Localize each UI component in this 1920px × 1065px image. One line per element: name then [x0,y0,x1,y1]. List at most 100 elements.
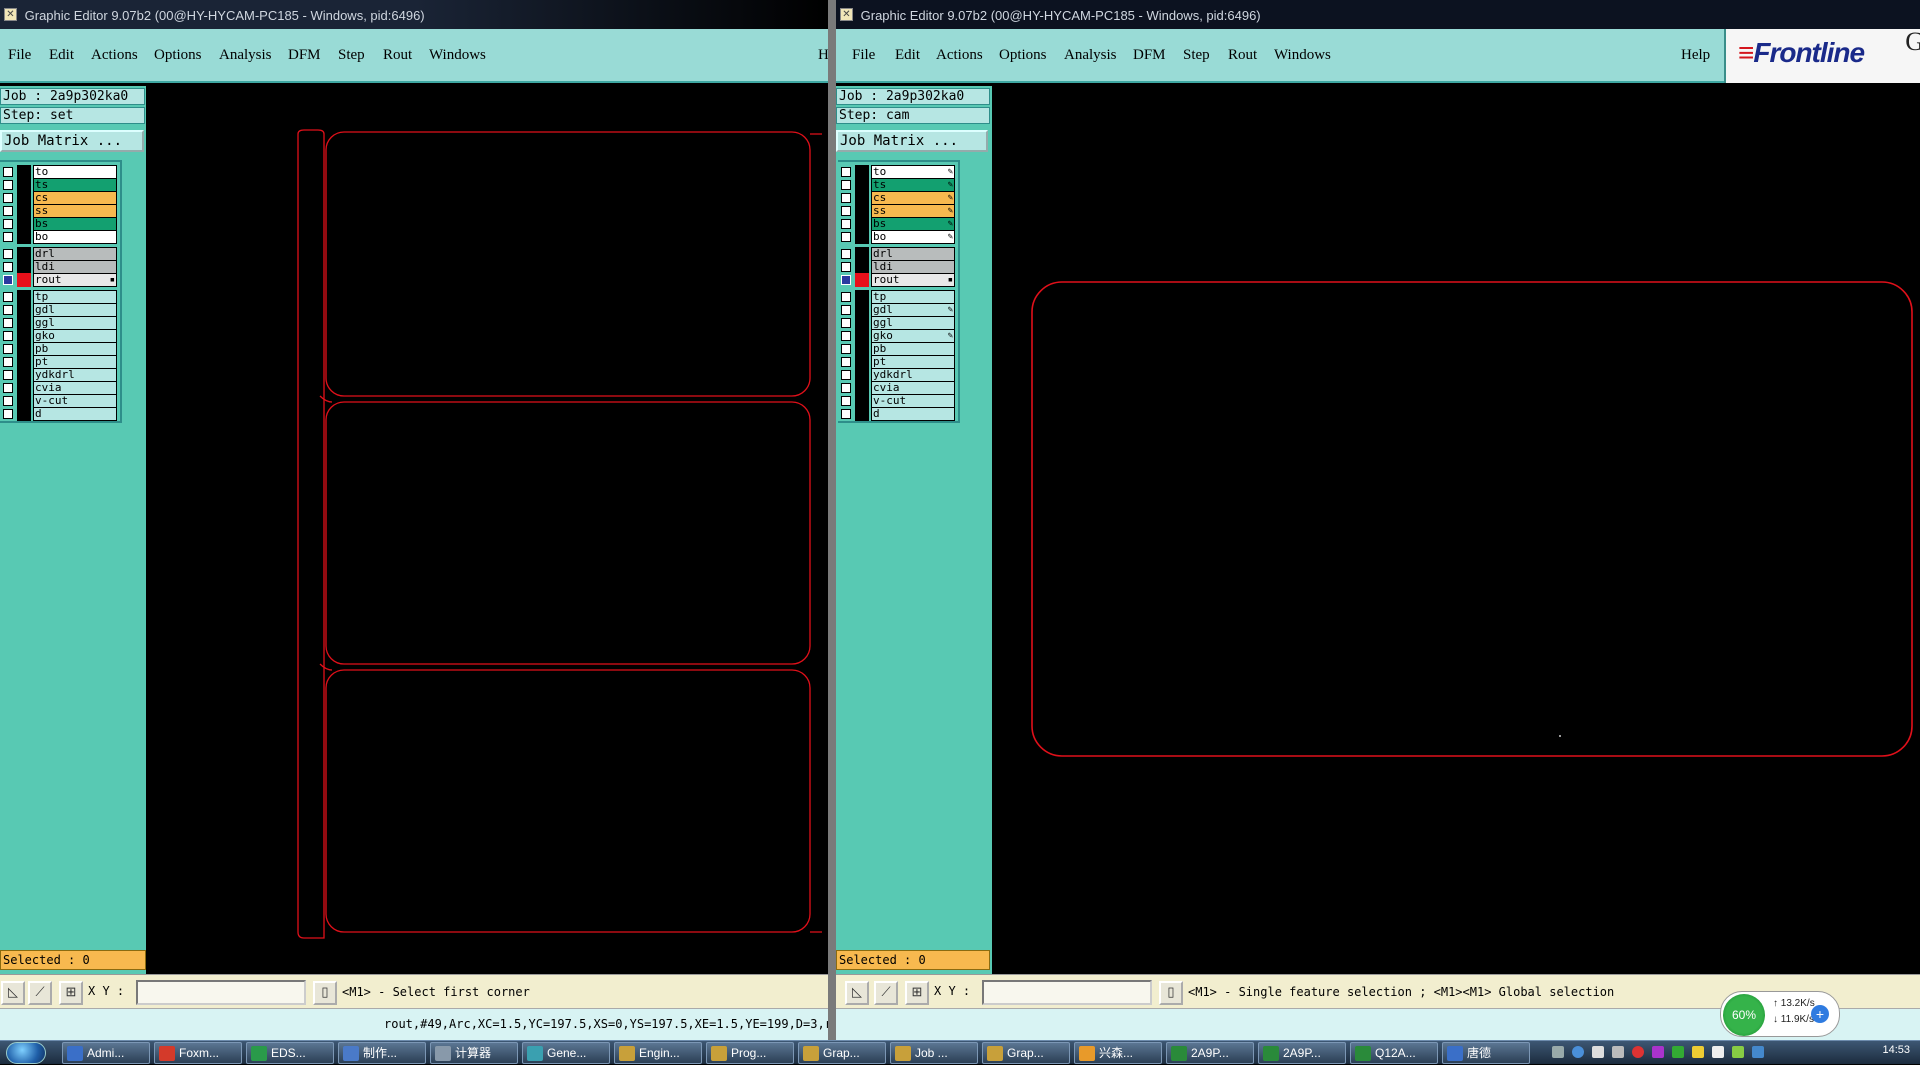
menu-options[interactable]: Options [154,47,202,64]
layer-checkbox[interactable] [841,249,851,259]
measure-icon[interactable]: ⟋ [28,981,52,1005]
menu-windows[interactable]: Windows [429,47,486,64]
help-icon[interactable] [1572,1046,1584,1058]
taskbar-item[interactable]: 制作... [338,1042,426,1064]
layer-checkbox[interactable] [3,193,13,203]
menu-analysis[interactable]: Analysis [1064,47,1117,64]
menu-step[interactable]: Step [1183,47,1210,64]
tray-icon[interactable] [1692,1046,1704,1058]
job-matrix-button[interactable]: Job Matrix ... [836,130,988,152]
taskbar-item[interactable]: Grap... [798,1042,886,1064]
layer-name[interactable]: d [33,407,117,421]
layer-checkbox[interactable] [3,344,13,354]
taskbar-item[interactable]: 兴森... [1074,1042,1162,1064]
layer-name[interactable]: d [871,407,955,421]
menu-edit[interactable]: Edit [895,47,920,64]
zoom-icon[interactable]: ◺ [1,981,25,1005]
layer-checkbox[interactable] [3,167,13,177]
menu-analysis[interactable]: Analysis [219,47,272,64]
layer-color-swatch[interactable] [855,273,869,287]
taskbar-item[interactable]: Engin... [614,1042,702,1064]
menu-actions[interactable]: Actions [91,47,138,64]
right-title-bar[interactable]: ✕ Graphic Editor 9.07b2 (00@HY-HYCAM-PC1… [836,0,1920,29]
layer-checkbox[interactable] [3,396,13,406]
menu-options[interactable]: Options [999,47,1047,64]
job-matrix-button[interactable]: Job Matrix ... [0,130,144,152]
layer-checkbox[interactable] [841,193,851,203]
layer-checkbox[interactable] [3,383,13,393]
tray-icon[interactable] [1672,1046,1684,1058]
measure-icon[interactable]: ⟋ [874,981,898,1005]
layer-checkbox[interactable] [841,357,851,367]
taskbar-item[interactable]: 2A9P... [1166,1042,1254,1064]
layer-checkbox[interactable] [841,167,851,177]
layer-checkbox[interactable] [3,292,13,302]
layer-checkbox[interactable] [841,219,851,229]
layer-color-swatch[interactable] [855,407,869,421]
xy-input[interactable] [136,980,306,1005]
taskbar-item[interactable]: 唐德 [1442,1042,1530,1064]
taskbar-item[interactable]: Foxm... [154,1042,242,1064]
layer-checkbox[interactable] [841,370,851,380]
layer-checkbox[interactable] [841,275,851,285]
menu-step[interactable]: Step [338,47,365,64]
tray-icon[interactable] [1652,1046,1664,1058]
layer-checkbox[interactable] [841,396,851,406]
start-button[interactable] [6,1042,46,1064]
menu-file[interactable]: File [852,47,875,64]
tray-icon[interactable] [1752,1046,1764,1058]
tray-icon[interactable] [1632,1046,1644,1058]
network-monitor-widget[interactable]: 60% ↑ 13.2K/s ↓ 11.9K/s + [1720,991,1840,1037]
layer-checkbox[interactable] [841,292,851,302]
info-icon[interactable]: ▯ [313,981,337,1005]
taskbar-item[interactable]: Q12A... [1350,1042,1438,1064]
layer-checkbox[interactable] [841,262,851,272]
tray-icon[interactable] [1592,1046,1604,1058]
layer-checkbox[interactable] [3,305,13,315]
layer-checkbox[interactable] [3,318,13,328]
layer-name[interactable]: bo [33,230,117,244]
layer-checkbox[interactable] [3,262,13,272]
layer-checkbox[interactable] [3,206,13,216]
layer-checkbox[interactable] [841,344,851,354]
layer-row-rout[interactable]: rout ▪ [838,272,958,288]
left-graphics-canvas[interactable] [146,86,828,974]
layer-checkbox[interactable] [841,318,851,328]
tray-icon[interactable] [1552,1046,1564,1058]
taskbar-item[interactable]: Gene... [522,1042,610,1064]
layer-checkbox[interactable] [841,409,851,419]
layer-checkbox[interactable] [841,232,851,242]
layer-checkbox[interactable] [3,370,13,380]
menu-help[interactable]: Help [1681,47,1710,64]
layer-checkbox[interactable] [841,180,851,190]
taskbar-item[interactable]: Prog... [706,1042,794,1064]
menu-file[interactable]: File [8,47,31,64]
layer-checkbox[interactable] [3,232,13,242]
layer-checkbox[interactable] [3,249,13,259]
layer-color-swatch[interactable] [855,230,869,244]
layer-row-d[interactable]: d [0,406,120,422]
menu-rout[interactable]: Rout [1228,47,1257,64]
taskbar-item[interactable]: Admi... [62,1042,150,1064]
taskbar-item[interactable]: Grap... [982,1042,1070,1064]
tray-icon[interactable] [1712,1046,1724,1058]
layer-checkbox[interactable] [3,409,13,419]
layer-row-rout[interactable]: rout ▪ [0,272,120,288]
menu-actions[interactable]: Actions [936,47,983,64]
layer-checkbox[interactable] [3,331,13,341]
menu-dfm[interactable]: DFM [288,47,321,64]
layer-checkbox[interactable] [3,180,13,190]
grid-icon[interactable]: ⊞ [59,981,83,1005]
info-icon[interactable]: ▯ [1159,981,1183,1005]
taskbar-item[interactable]: 计算器 [430,1042,518,1064]
layer-row-bo[interactable]: bo [0,229,120,245]
menu-rout[interactable]: Rout [383,47,412,64]
volume-icon[interactable] [1612,1046,1624,1058]
layer-color-swatch[interactable] [17,407,31,421]
layer-name[interactable]: rout ▪ [871,273,955,287]
menu-edit[interactable]: Edit [49,47,74,64]
xy-input[interactable] [982,980,1152,1005]
layer-checkbox[interactable] [3,357,13,367]
tray-icon[interactable] [1732,1046,1744,1058]
layer-name[interactable]: rout ▪ [33,273,117,287]
